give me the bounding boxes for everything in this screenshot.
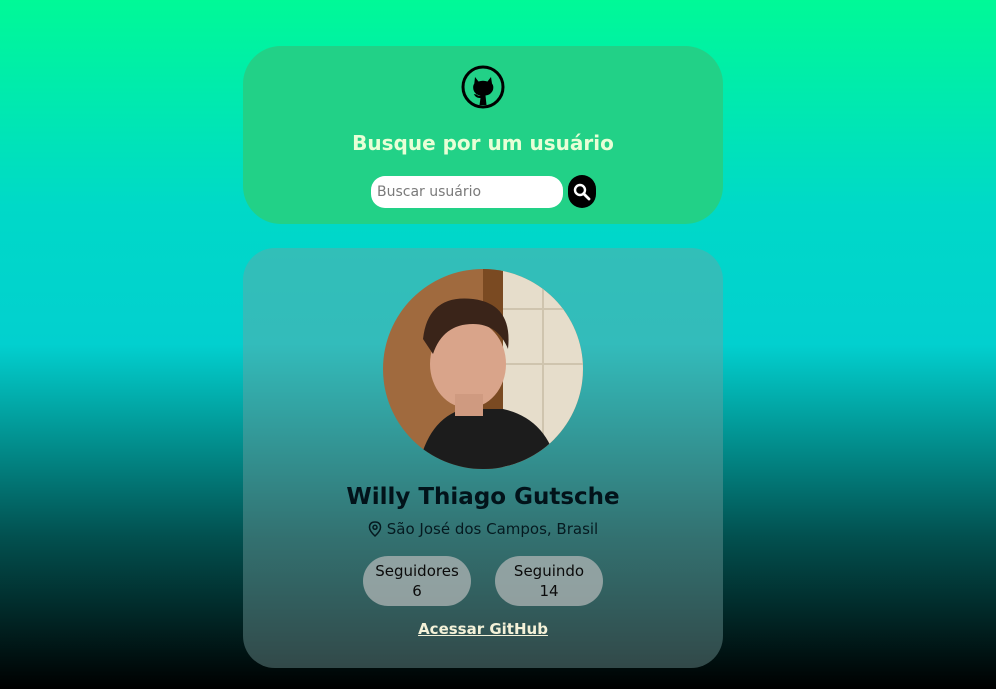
followers-badge: Seguidores 6: [363, 556, 471, 606]
location-pin-icon: [368, 521, 382, 537]
github-profile-link[interactable]: Acessar GitHub: [243, 620, 723, 638]
search-title: Busque por um usuário: [352, 131, 614, 155]
avatar: [383, 269, 583, 469]
location-text: São José dos Campos, Brasil: [386, 520, 599, 538]
search-input[interactable]: [371, 176, 563, 208]
following-badge: Seguindo 14: [495, 556, 603, 606]
github-icon: [461, 65, 505, 109]
followers-label: Seguidores: [375, 562, 459, 580]
search-button[interactable]: [568, 175, 596, 208]
user-name: Willy Thiago Gutsche: [346, 484, 620, 510]
following-label: Seguindo: [513, 562, 585, 580]
followers-count: 6: [412, 582, 422, 600]
following-count: 14: [539, 582, 559, 600]
search-icon: [573, 183, 591, 200]
avatar-photo: [383, 269, 583, 469]
location: São José dos Campos, Brasil: [243, 520, 723, 538]
